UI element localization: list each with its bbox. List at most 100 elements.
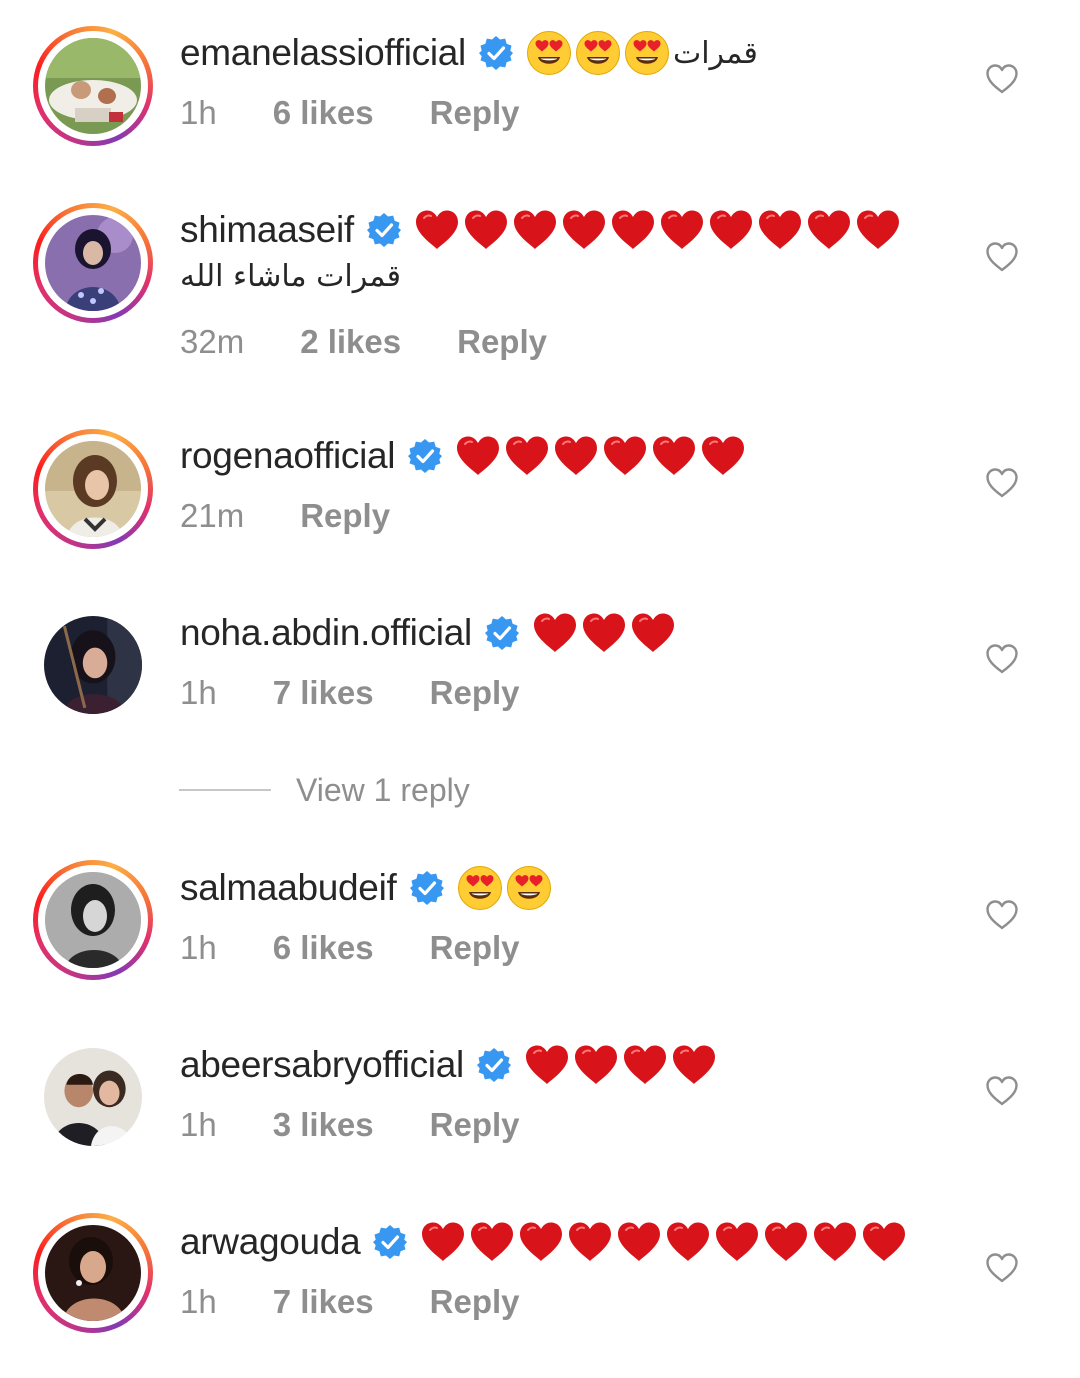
comment-username[interactable]: emanelassiofficial <box>180 32 466 74</box>
comment-text <box>532 612 679 654</box>
avatar[interactable] <box>33 26 153 146</box>
avatar-image <box>44 1048 142 1146</box>
red-heart-emoji <box>616 1221 662 1263</box>
comment-username[interactable]: arwagouda <box>180 1221 361 1263</box>
avatar-image <box>45 1225 141 1321</box>
red-heart-emoji <box>714 1221 760 1263</box>
comment-arabic-text: قمرات <box>672 35 758 71</box>
red-heart-emoji <box>469 1221 515 1263</box>
comment-text <box>414 209 904 251</box>
red-heart-emoji <box>700 435 746 477</box>
reply-button[interactable]: Reply <box>457 323 547 361</box>
red-heart-emoji <box>524 1044 570 1086</box>
avatar-photo <box>45 441 141 537</box>
like-heart-icon[interactable] <box>985 643 1019 675</box>
like-heart-icon[interactable] <box>985 241 1019 273</box>
heart-eyes-emoji <box>575 30 621 76</box>
avatar[interactable] <box>33 203 153 323</box>
red-heart-emoji <box>763 1221 809 1263</box>
red-heart-emoji <box>622 1044 668 1086</box>
like-heart-icon[interactable] <box>985 1075 1019 1107</box>
comment-likes[interactable]: 6 likes <box>273 929 374 967</box>
avatar-image <box>45 215 141 311</box>
like-heart-icon[interactable] <box>985 899 1019 931</box>
reply-button[interactable]: Reply <box>300 497 390 535</box>
comment-username[interactable]: abeersabryofficial <box>180 1044 464 1086</box>
like-heart-icon[interactable] <box>985 63 1019 95</box>
avatar-photo <box>45 215 141 311</box>
comment-text <box>524 1044 720 1086</box>
avatar[interactable] <box>33 1037 153 1157</box>
heart-eyes-emoji <box>624 30 670 76</box>
red-heart-emoji <box>708 209 754 251</box>
comment-text <box>455 435 749 477</box>
comment-time: 32m <box>180 323 245 360</box>
comment-likes[interactable]: 3 likes <box>273 1106 374 1144</box>
comment-time: 21m <box>180 497 245 534</box>
comment-time: 1h <box>180 929 217 966</box>
red-heart-emoji <box>610 209 656 251</box>
reply-button[interactable]: Reply <box>430 94 520 132</box>
comment-likes[interactable]: 2 likes <box>300 323 401 361</box>
red-heart-emoji <box>665 1221 711 1263</box>
reply-button[interactable]: Reply <box>430 674 520 712</box>
red-heart-emoji <box>659 209 705 251</box>
red-heart-emoji <box>651 435 697 477</box>
reply-button[interactable]: Reply <box>430 1283 520 1321</box>
red-heart-emoji <box>553 435 599 477</box>
comment-likes[interactable]: 6 likes <box>273 94 374 132</box>
red-heart-emoji <box>855 209 901 251</box>
comment-time: 1h <box>180 1283 217 1320</box>
red-heart-emoji <box>420 1221 466 1263</box>
red-heart-emoji <box>561 209 607 251</box>
like-heart-icon[interactable] <box>985 467 1019 499</box>
avatar-photo <box>44 616 142 714</box>
comment-username[interactable]: shimaaseif <box>180 209 354 251</box>
avatar[interactable] <box>33 605 153 725</box>
red-heart-emoji <box>671 1044 717 1086</box>
comment-username[interactable]: noha.abdin.official <box>180 612 472 654</box>
avatar[interactable] <box>33 1213 153 1333</box>
red-heart-emoji <box>573 1044 619 1086</box>
comment-time: 1h <box>180 94 217 131</box>
avatar-photo <box>45 872 141 968</box>
comment-text <box>420 1221 910 1263</box>
comment-username[interactable]: rogenaofficial <box>180 435 396 477</box>
comment-text <box>457 865 555 911</box>
red-heart-emoji <box>806 209 852 251</box>
red-heart-emoji <box>861 1221 907 1263</box>
red-heart-emoji <box>602 435 648 477</box>
comment-likes[interactable]: 7 likes <box>273 1283 374 1321</box>
verified-badge-icon <box>372 1224 408 1260</box>
comment-likes[interactable]: 7 likes <box>273 674 374 712</box>
reply-button[interactable]: Reply <box>430 1106 520 1144</box>
avatar-image <box>45 441 141 537</box>
avatar-image <box>45 872 141 968</box>
heart-eyes-emoji <box>457 865 503 911</box>
avatar-photo <box>44 1048 142 1146</box>
avatar-image <box>44 616 142 714</box>
red-heart-emoji <box>581 612 627 654</box>
view-replies-label: View 1 reply <box>296 771 470 808</box>
heart-eyes-emoji <box>526 30 572 76</box>
avatar[interactable] <box>33 860 153 980</box>
comment-arabic-text: قمرات ماشاء الله <box>180 259 401 294</box>
verified-badge-icon <box>409 870 445 906</box>
comment-text: قمرات <box>526 30 758 76</box>
verified-badge-icon <box>476 1047 512 1083</box>
red-heart-emoji <box>414 209 460 251</box>
comment-time: 1h <box>180 674 217 711</box>
avatar-photo <box>45 1225 141 1321</box>
verified-badge-icon <box>407 438 443 474</box>
verified-badge-icon <box>484 615 520 651</box>
avatar[interactable] <box>33 429 153 549</box>
heart-eyes-emoji <box>506 865 552 911</box>
view-replies-button[interactable]: View 1 reply <box>179 768 470 812</box>
reply-button[interactable]: Reply <box>430 929 520 967</box>
comment-time: 1h <box>180 1106 217 1143</box>
red-heart-emoji <box>630 612 676 654</box>
like-heart-icon[interactable] <box>985 1252 1019 1284</box>
verified-badge-icon <box>478 35 514 71</box>
red-heart-emoji <box>567 1221 613 1263</box>
comment-username[interactable]: salmaabudeif <box>180 867 397 909</box>
